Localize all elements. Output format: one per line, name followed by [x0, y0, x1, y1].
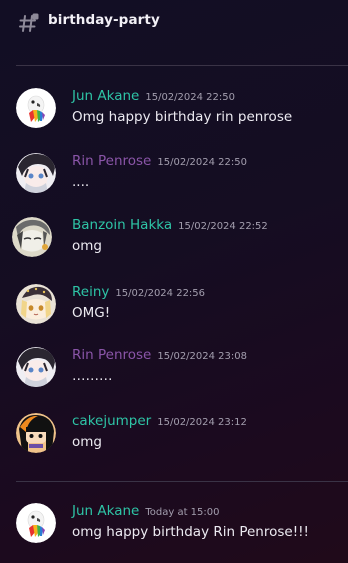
- author-name[interactable]: Banzoin Hakka: [72, 217, 172, 233]
- anime-girl-avatar[interactable]: [16, 347, 56, 387]
- timestamp: 15/02/2024 23:08: [157, 351, 247, 362]
- timestamp: 15/02/2024 23:12: [157, 417, 247, 428]
- author-name[interactable]: Rin Penrose: [72, 347, 151, 363]
- message-item[interactable]: Rin Penrose 15/02/2024 22:50 ....: [0, 153, 348, 213]
- timestamp: 15/02/2024 22:56: [115, 288, 206, 299]
- message-content: OMG!: [72, 305, 111, 321]
- message-content: ………: [72, 368, 113, 384]
- hash-thread-icon: [19, 13, 39, 32]
- timestamp: Today at 15:00: [145, 507, 220, 518]
- message-content: omg: [72, 238, 102, 254]
- timestamp: 15/02/2024 22:50: [145, 92, 235, 103]
- author-name[interactable]: Jun Akane: [72, 503, 139, 519]
- author-name[interactable]: Jun Akane: [72, 88, 139, 104]
- message-item[interactable]: cakejumper 15/02/2024 23:12 omg: [0, 413, 348, 473]
- timestamp: 15/02/2024 22:52: [178, 221, 268, 232]
- message-content: ....: [72, 174, 90, 190]
- parrot-avatar[interactable]: [16, 503, 56, 543]
- monochrome-anime-avatar[interactable]: [12, 217, 52, 257]
- orange-hair-avatar[interactable]: [16, 413, 56, 453]
- message-item[interactable]: Jun Akane 15/02/2024 22:50 Omg happy bir…: [0, 88, 348, 148]
- message-meta: Jun Akane 15/02/2024 22:50: [72, 88, 235, 104]
- message-item[interactable]: Reiny 15/02/2024 22:56 OMG!: [0, 284, 348, 344]
- author-name[interactable]: Reiny: [72, 284, 109, 300]
- header-divider: [16, 65, 348, 66]
- message-item[interactable]: Banzoin Hakka 15/02/2024 22:52 omg: [0, 217, 348, 277]
- author-name[interactable]: Rin Penrose: [72, 153, 151, 169]
- channel-header: birthday-party: [0, 0, 348, 44]
- message-content: omg: [72, 434, 102, 450]
- new-messages-divider: [16, 481, 348, 482]
- timestamp: 15/02/2024 22:50: [157, 157, 247, 168]
- anime-girl-avatar[interactable]: [16, 153, 56, 193]
- message-content: omg happy birthday Rin Penrose!!!: [72, 524, 309, 540]
- message-meta: Reiny 15/02/2024 22:56: [72, 284, 205, 300]
- message-item[interactable]: Jun Akane Today at 15:00 omg happy birth…: [0, 503, 348, 563]
- message-meta: Rin Penrose 15/02/2024 23:08: [72, 347, 247, 363]
- message-meta: cakejumper 15/02/2024 23:12: [72, 413, 247, 429]
- blonde-anime-avatar[interactable]: [16, 284, 56, 324]
- message-meta: Jun Akane Today at 15:00: [72, 503, 220, 519]
- message-item[interactable]: Rin Penrose 15/02/2024 23:08 ………: [0, 347, 348, 407]
- message-content: Omg happy birthday rin penrose: [72, 109, 293, 125]
- channel-name: birthday-party: [48, 12, 160, 28]
- author-name[interactable]: cakejumper: [72, 413, 151, 429]
- parrot-avatar[interactable]: [16, 88, 56, 128]
- message-meta: Rin Penrose 15/02/2024 22:50: [72, 153, 247, 169]
- message-meta: Banzoin Hakka 15/02/2024 22:52: [72, 217, 268, 233]
